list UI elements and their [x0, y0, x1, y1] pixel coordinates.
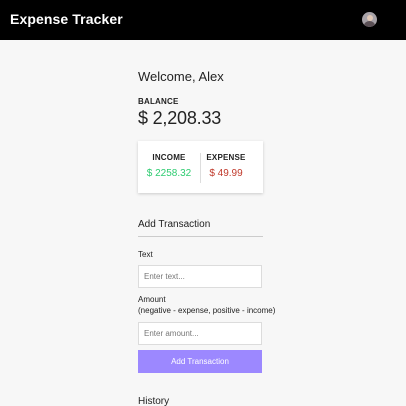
history-title: History — [138, 396, 170, 406]
add-transaction-button[interactable]: Add Transaction — [138, 350, 262, 373]
expense-value: $ 49.99 — [209, 168, 243, 179]
balance-label: BALANCE — [138, 97, 179, 106]
amount-hint: (negative - expense, positive - income) — [138, 306, 276, 315]
balance-value: $ 2,208.33 — [138, 108, 222, 128]
add-transaction-title: Add Transaction — [138, 219, 211, 230]
amount-input[interactable] — [138, 322, 262, 345]
welcome-heading: Welcome, Alex — [138, 69, 224, 84]
text-label: Text — [138, 250, 153, 259]
avatar-shoulders — [364, 21, 375, 27]
income-value: $ 2258.32 — [146, 168, 192, 179]
expense-column: EXPENSE $ 49.99 — [195, 153, 257, 179]
text-input[interactable] — [138, 265, 262, 288]
section-divider — [138, 236, 263, 237]
top-bar: Expense Tracker — [0, 0, 406, 40]
amount-label: Amount — [138, 295, 166, 304]
amount-label-group: Amount (negative - expense, positive - i… — [138, 294, 275, 316]
user-avatar-icon[interactable] — [362, 12, 377, 27]
expense-label: EXPENSE — [206, 153, 246, 162]
income-expense-card: INCOME $ 2258.32 EXPENSE $ 49.99 — [138, 141, 263, 193]
income-column: INCOME $ 2258.32 — [138, 153, 200, 179]
app-title: Expense Tracker — [10, 11, 123, 27]
income-label: INCOME — [152, 153, 186, 162]
